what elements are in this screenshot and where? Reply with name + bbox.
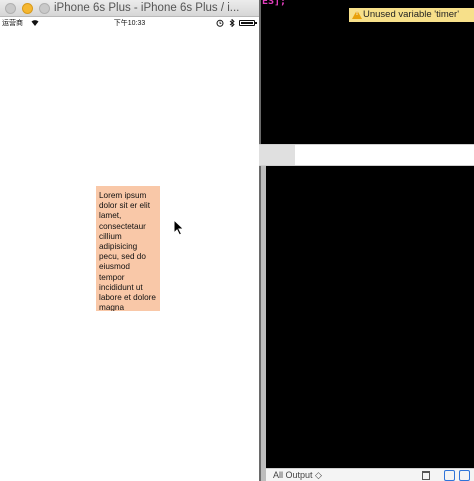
variables-view-edge: [261, 166, 266, 481]
show-console-icon[interactable]: [459, 470, 470, 481]
trash-icon[interactable]: [422, 471, 430, 480]
warning-text: Unused variable 'timer': [363, 9, 460, 20]
lorem-text-label: Lorem ipsum dolor sit er elit lamet, con…: [96, 186, 160, 311]
debug-toolbar-controls[interactable]: [259, 145, 295, 165]
minimize-window-button[interactable]: [22, 3, 33, 14]
debug-toolbar: [259, 144, 474, 166]
console-filter-bar: All Output ◇: [266, 468, 474, 481]
code-snippet[interactable]: ES];: [262, 0, 286, 8]
warning-badge[interactable]: Unused variable 'timer': [349, 8, 474, 22]
simulator-titlebar[interactable]: iPhone 6s Plus - iPhone 6s Plus / i...: [0, 0, 259, 17]
bluetooth-icon: [229, 18, 235, 30]
zoom-window-button[interactable]: [39, 3, 50, 14]
ios-status-bar: 运营商 下午10:33: [0, 17, 259, 29]
battery-icon: [239, 20, 257, 26]
simulator-window-title: iPhone 6s Plus - iPhone 6s Plus / i...: [54, 2, 240, 14]
output-filter-select[interactable]: All Output ◇: [273, 470, 322, 481]
show-variables-icon[interactable]: [444, 470, 455, 481]
xcode-area: ES]; Unused variable 'timer' All Output …: [259, 0, 474, 481]
warning-icon: [352, 10, 362, 19]
simulator-window: iPhone 6s Plus - iPhone 6s Plus / i... 运…: [0, 0, 259, 481]
alarm-icon: [216, 19, 224, 30]
mouse-cursor-icon: [173, 219, 185, 236]
close-window-button[interactable]: [5, 3, 16, 14]
